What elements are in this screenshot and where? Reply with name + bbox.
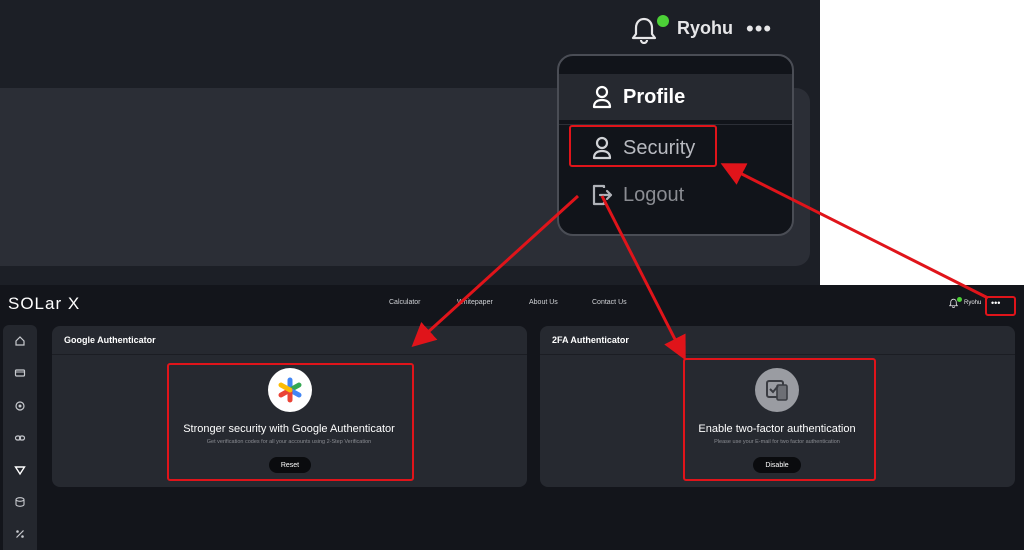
online-status-dot [957, 297, 962, 302]
sidebar [3, 325, 37, 550]
coin-icon[interactable] [14, 400, 26, 412]
percent-icon[interactable] [14, 528, 26, 540]
menu-item-label: Profile [623, 85, 686, 108]
database-icon[interactable] [14, 496, 26, 508]
top-header-bar [0, 285, 1024, 323]
logout-icon [592, 184, 613, 206]
nav-link-calculator[interactable]: Calculator [389, 299, 421, 306]
menu-item-profile[interactable]: Profile [559, 74, 792, 120]
nav-link-contact-us[interactable]: Contact Us [592, 299, 627, 306]
more-options-button[interactable]: ••• [746, 18, 772, 40]
google-feature-highlight-box [167, 363, 414, 481]
diamond-icon[interactable] [14, 464, 26, 476]
more-options-highlight-box [985, 296, 1016, 316]
menu-item-logout[interactable]: Logout [559, 172, 792, 218]
card-title: 2FA Authenticator [552, 335, 629, 345]
nav-link-about-us[interactable]: About Us [529, 299, 558, 306]
security-highlight-box [569, 125, 717, 167]
username-label: Ryohu [677, 18, 733, 38]
username-label: Ryohu [964, 300, 982, 306]
blank-area [820, 0, 1024, 285]
twofa-feature-highlight-box [683, 358, 876, 481]
card-icon[interactable] [14, 367, 26, 379]
brand-logo[interactable]: SOLar X [8, 294, 80, 314]
link-icon[interactable] [14, 432, 26, 444]
online-status-dot [657, 15, 669, 27]
home-icon[interactable] [14, 335, 26, 347]
user-icon [592, 85, 612, 109]
notification-bell-icon[interactable] [631, 16, 657, 44]
menu-item-label: Logout [623, 183, 685, 206]
nav-link-whitepaper[interactable]: Whitepaper [457, 299, 493, 306]
card-title: Google Authenticator [64, 335, 156, 345]
